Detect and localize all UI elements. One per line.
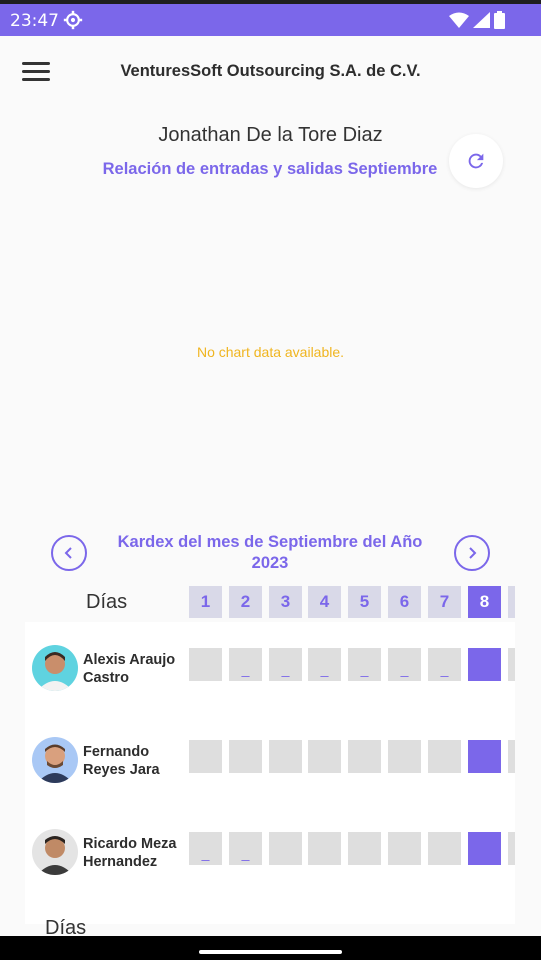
day-header[interactable]: 4	[308, 586, 341, 618]
signal-icon	[473, 12, 490, 28]
kardex-title: Kardex del mes de Septiembre del Año 202…	[117, 533, 423, 572]
attendance-cell-partial	[508, 740, 515, 773]
refresh-icon	[468, 153, 484, 169]
attendance-cell[interactable]	[388, 832, 421, 865]
refresh-button[interactable]	[449, 134, 503, 188]
employee-row[interactable]: Alexis Araujo Castro _ _ _ _ _ _	[25, 622, 515, 714]
day-header[interactable]: 7	[428, 586, 461, 618]
attendance-cell[interactable]: _	[308, 648, 341, 681]
attendance-cell[interactable]	[308, 740, 341, 773]
attendance-cell[interactable]	[269, 740, 302, 773]
employee-name: Alexis Araujo Castro	[83, 652, 176, 686]
day-header-selected[interactable]: 8	[468, 586, 501, 618]
home-handle[interactable]	[199, 950, 342, 954]
day-header[interactable]: 3	[269, 586, 302, 618]
attendance-cell[interactable]: _	[229, 832, 262, 865]
day-header[interactable]: 6	[388, 586, 421, 618]
chevron-right-icon	[469, 547, 477, 559]
attendance-cell[interactable]: _	[229, 648, 262, 681]
attendance-cell[interactable]	[428, 740, 461, 773]
report-subtitle: Relación de entradas y salidas Septiembr…	[102, 160, 438, 178]
wifi-icon	[449, 12, 469, 28]
employee-row[interactable]: Ricardo Meza Hernandez _ _	[25, 806, 515, 898]
status-bar: 23:47	[0, 4, 541, 36]
employee-name: Ricardo Meza Hernandez	[83, 836, 177, 870]
attendance-cell-selected[interactable]	[468, 648, 501, 681]
attendance-cell[interactable]	[308, 832, 341, 865]
day-header[interactable]: 1	[189, 586, 222, 618]
chart-empty-message: No chart data available.	[196, 344, 345, 360]
status-time: 23:47	[10, 11, 59, 31]
status-icons	[449, 11, 505, 29]
previous-month-button[interactable]	[51, 535, 87, 571]
attendance-cell[interactable]	[348, 740, 381, 773]
attendance-cell[interactable]	[189, 740, 222, 773]
attendance-cell[interactable]	[229, 740, 262, 773]
employee-row[interactable]: Fernando Reyes Jara	[25, 714, 515, 806]
attendance-cell[interactable]	[348, 832, 381, 865]
battery-icon	[494, 11, 505, 29]
attendance-cell[interactable]	[269, 832, 302, 865]
days-label: Días	[86, 591, 128, 613]
attendance-cell-partial	[508, 648, 515, 681]
system-nav-bar	[0, 936, 541, 960]
app-bar: VenturesSoft Outsourcing S.A. de C.V.	[0, 36, 541, 108]
attendance-cell[interactable]	[428, 832, 461, 865]
attendance-cell-partial	[508, 832, 515, 865]
attendance-cell-selected[interactable]	[468, 740, 501, 773]
attendance-cell[interactable]: _	[428, 648, 461, 681]
avatar	[32, 645, 78, 691]
day-header-partial	[508, 586, 515, 618]
attendance-cell-selected[interactable]	[468, 832, 501, 865]
gear-icon	[63, 10, 83, 30]
day-header[interactable]: 2	[229, 586, 262, 618]
attendance-cell[interactable]: _	[348, 648, 381, 681]
attendance-cell[interactable]	[388, 740, 421, 773]
employee-list: Alexis Araujo Castro _ _ _ _ _ _ Fernand…	[25, 622, 515, 924]
day-header[interactable]: 5	[348, 586, 381, 618]
avatar	[32, 737, 78, 783]
next-month-button[interactable]	[454, 535, 490, 571]
attendance-cell[interactable]: _	[388, 648, 421, 681]
employee-name: Fernando Reyes Jara	[83, 744, 160, 778]
attendance-cell[interactable]: _	[189, 832, 222, 865]
attendance-cell[interactable]	[189, 648, 222, 681]
avatar	[32, 829, 78, 875]
app-title: VenturesSoft Outsourcing S.A. de C.V.	[120, 62, 421, 80]
attendance-cell[interactable]: _	[269, 648, 302, 681]
chevron-left-icon	[64, 547, 72, 559]
